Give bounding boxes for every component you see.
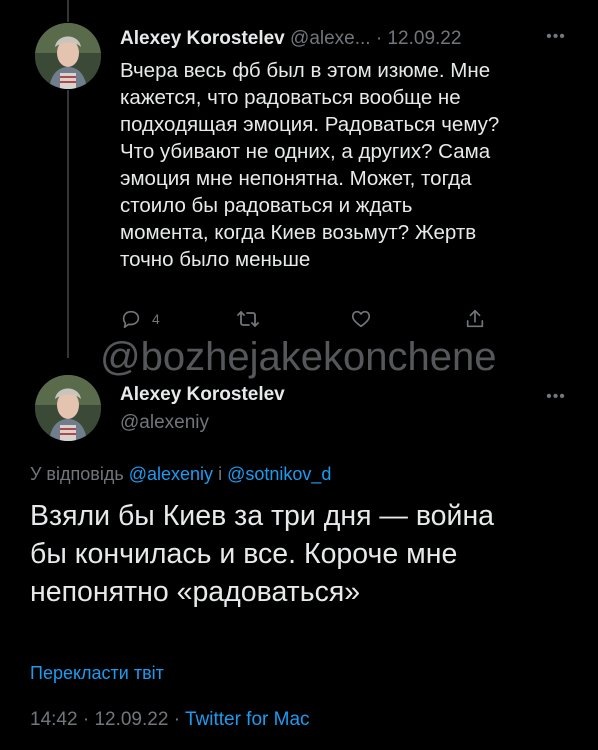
tweet-date[interactable]: 12.09.22 (94, 709, 168, 730)
tweet-source-link[interactable]: Twitter for Mac (185, 709, 310, 730)
reply-context: У відповідь @alexeniy і @sotnikov_d (30, 461, 331, 487)
author-name[interactable]: Alexey Korostelev (120, 28, 285, 49)
author-name[interactable]: Alexey Korostelev (120, 382, 285, 408)
meta-separator: · (173, 709, 181, 730)
like-button[interactable] (350, 306, 372, 332)
tweet-header: Alexey Korostelev @alexe... · 12.09.22 (120, 26, 560, 52)
tweet-date[interactable]: 12.09.22 (387, 28, 461, 49)
share-icon (464, 308, 486, 330)
retweet-icon (236, 308, 260, 330)
reply-icon (120, 308, 142, 330)
thread-line-top (67, 0, 69, 22)
more-horizontal-icon[interactable]: ••• (544, 29, 568, 50)
mention-link[interactable]: @sotnikov_d (227, 464, 331, 484)
reply-button[interactable]: 4 (120, 306, 160, 332)
tweet-time[interactable]: 14:42 (30, 709, 78, 730)
header-separator: · (375, 28, 383, 49)
tweet-actions: 4 (120, 306, 500, 332)
avatar[interactable] (35, 375, 101, 441)
author-handle[interactable]: @alexe... (290, 28, 371, 49)
heart-icon (350, 308, 372, 330)
translate-tweet-link[interactable]: Перекласти твіт (30, 660, 164, 686)
reply-prefix: У відповідь (30, 464, 124, 484)
more-horizontal-icon[interactable]: ••• (544, 389, 568, 410)
reply-count: 4 (152, 311, 160, 327)
meta-separator: · (82, 709, 90, 730)
reply-join: і (218, 464, 223, 484)
watermark: @bozhejakekonchene (100, 335, 497, 379)
tweet-text: Взяли бы Киев за три дня — война бы конч… (30, 500, 495, 608)
tweet-text: Вчера весь фб был в этом изюме. Мне каже… (120, 59, 500, 271)
avatar[interactable] (35, 23, 101, 89)
mention-link[interactable]: @alexeniy (129, 464, 213, 484)
retweet-button[interactable] (236, 306, 260, 332)
tweet-meta: 14:42 · 12.09.22 · Twitter for Mac (30, 706, 310, 734)
author-handle[interactable]: @alexeniy (120, 410, 209, 436)
thread-line (67, 90, 69, 358)
share-button[interactable] (464, 306, 486, 332)
